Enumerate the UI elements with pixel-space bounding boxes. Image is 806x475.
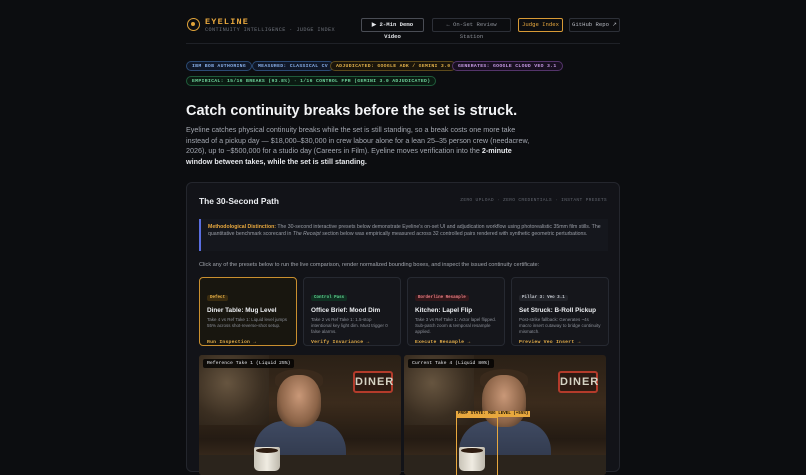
current-caption: Current Take 4 (Liquid 80%) [408,359,494,368]
preset-card-set-struck[interactable]: Pillar 3: Veo 3.1 Set Struck: B-Roll Pic… [511,277,609,346]
mug-prop [254,447,280,471]
preset-desc: Take 2 vs Ref Take 1: 1.5-stop intention… [311,317,388,334]
diner-sign: DINER [558,371,598,393]
preset-card-diner[interactable]: Defect Diner Table: Mug Level Take 4 vs … [199,277,297,346]
judge-index-button[interactable]: Judge Index [518,18,563,32]
hero-lede: Eyeline catches physical continuity brea… [186,125,536,168]
preset-card-kitchen[interactable]: Borderline Resample Kitchen: Lapel Flip … [407,277,505,346]
badge-ibm: IBM BOB AUTHORING [186,61,253,71]
preset-card-office[interactable]: Control Pass Office Brief: Mood Dim Take… [303,277,401,346]
brand-tagline: CONTINUITY INTELLIGENCE · JUDGE INDEX [205,27,335,33]
preset-link[interactable]: Verify Invariance → [311,340,393,345]
preset-instruction: Click any of the presets below to run th… [199,262,540,268]
brand-name[interactable]: EYELINE [205,17,249,27]
diner-sign: DINER [353,371,393,393]
reference-take-image: DINER Reference Take 1 (Liquid 25%) [199,355,401,475]
preset-title: Office Brief: Mood Dim [311,307,381,314]
demo-video-button[interactable]: ▶ 2-Min Demo Video [361,18,424,40]
note-label: Methodological Distinction: [208,224,277,230]
preset-tag: Pillar 3: Veo 3.1 [519,295,568,301]
page-title: Catch continuity breaks before the set i… [186,103,518,119]
thirty-second-path-card: The 30-Second Path ZERO UPLOAD · ZERO CR… [186,182,620,475]
review-station-button[interactable]: ← On-Set Review Station [432,18,511,40]
badge-measured: MEASURED: CLASSICAL CV [252,61,334,71]
preset-title: Diner Table: Mug Level [207,307,277,314]
preset-title: Set Struck: B-Roll Pickup [519,307,597,314]
preset-link[interactable]: Preview Veo Insert → [519,340,601,345]
detection-bounding-box[interactable] [456,417,498,475]
note-emphasis: The Receipt [292,231,321,238]
preset-title: Kitchen: Lapel Flip [415,307,473,314]
current-take-image: DINER PROP STATE: MUG LEVEL (+55%) Curre… [404,355,606,475]
eye-logo-icon [187,18,200,31]
badge-adjudicated: ADJUDICATED: GOOGLE ADK / GEMINI 3.0 [330,61,457,71]
card-tags: ZERO UPLOAD · ZERO CREDENTIALS · INSTANT… [460,198,607,203]
preset-desc: Take 4 vs Ref Take 1: Liquid level jumps… [207,317,287,328]
site-header: EYELINE CONTINUITY INTELLIGENCE · JUDGE … [186,14,620,40]
github-repo-button[interactable]: GitHub Repo ↗ [569,18,620,32]
preset-desc: Take 3 vs Ref Take 1: Actor lapel flippe… [415,317,496,334]
preset-link[interactable]: Execute Resample → [415,340,497,345]
header-divider [186,43,620,44]
preset-tag: Borderline Resample [415,295,469,301]
badge-empirical: EMPIRICAL: 15/16 BREAKS (93.8%) · 1/16 C… [186,76,437,86]
lede-text: Eyeline catches physical continuity brea… [186,125,530,156]
reference-caption: Reference Take 1 (Liquid 25%) [203,359,295,368]
bbox-label: PROP STATE: MUG LEVEL (+55%) [456,411,531,417]
badge-generates: GENERATES: GOOGLE CLOUD VEO 3.1 [452,61,563,71]
note-tail: section below was empirically measured a… [320,231,588,238]
preset-link[interactable]: Run Inspection → [207,340,289,345]
preset-tag: Control Pass [311,295,348,301]
card-title: The 30-Second Path [199,196,280,206]
methodology-note: Methodological Distinction: The 30-secon… [199,219,608,251]
preset-desc: Post-strike fallback: Generates ~4s macr… [519,317,601,334]
preset-tag: Defect [207,295,229,301]
